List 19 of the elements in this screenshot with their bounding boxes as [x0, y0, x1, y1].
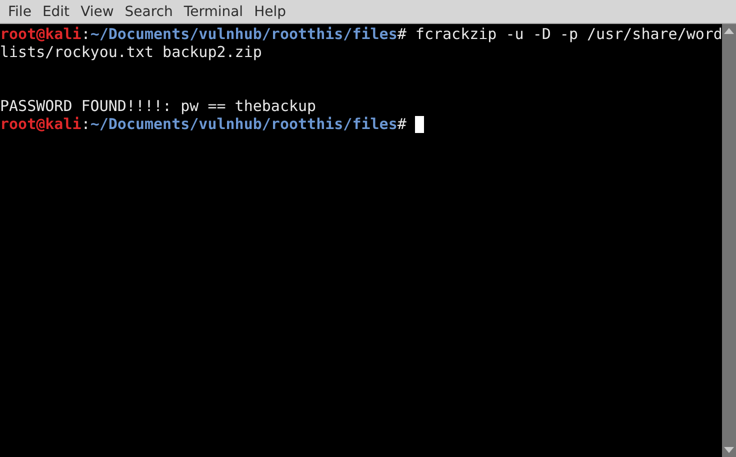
terminal-text: PASSWORD FOUND!!!!: pw == thebackup: [0, 97, 316, 115]
menu-item[interactable]: Help: [250, 4, 293, 20]
scroll-down-icon[interactable]: [724, 447, 734, 453]
menu-item[interactable]: Terminal: [180, 4, 250, 20]
menu-item[interactable]: File: [4, 4, 38, 20]
menu-item[interactable]: Edit: [38, 4, 77, 20]
prompt-path: ~/Documents/vulnhub/rootthis/files: [90, 115, 398, 133]
menu-item[interactable]: View: [76, 4, 121, 20]
menu-item[interactable]: Search: [120, 4, 180, 20]
prompt-path: ~/Documents/vulnhub/rootthis/files: [90, 25, 398, 43]
terminal-text: :: [81, 115, 90, 133]
terminal-text: lists/rockyou.txt backup2.zip: [0, 43, 262, 61]
prompt-user: root@kali: [0, 25, 82, 43]
scrollbar[interactable]: [722, 24, 736, 457]
terminal-text: #: [397, 115, 408, 133]
terminal-text: # fcrackzip -u -D -p /usr/share/word: [397, 25, 722, 43]
terminal-text: :: [81, 25, 90, 43]
prompt-user: root@kali: [0, 115, 82, 133]
scroll-up-icon[interactable]: [724, 28, 734, 34]
